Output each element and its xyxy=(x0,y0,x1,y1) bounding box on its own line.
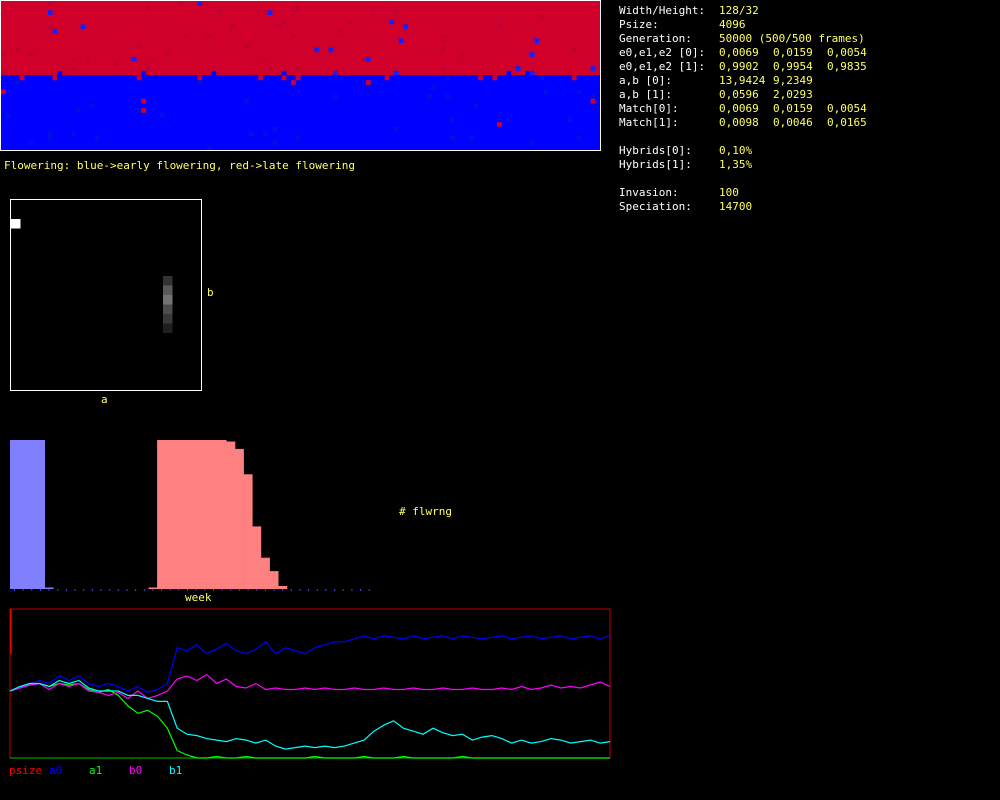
legend-a0: a0 xyxy=(49,764,63,777)
stat-label: Match[1]: xyxy=(619,116,679,129)
stat-value: 0,0054 xyxy=(827,46,867,59)
stat-label: Speciation: xyxy=(619,200,692,213)
stat-value: 0,0046 xyxy=(773,116,813,129)
timeseries-frame xyxy=(9,608,611,759)
stat-label: Width/Height: xyxy=(619,4,706,17)
stat-value: 0,0069 xyxy=(719,46,759,59)
stat-value: 0,9954 xyxy=(773,60,813,73)
stat-value: 0,0054 xyxy=(827,102,867,115)
stat-label: e0,e1,e2 [0]: xyxy=(619,46,706,59)
stat-value: 0,0069 xyxy=(719,102,759,115)
stat-value: 0,0165 xyxy=(827,116,867,129)
stat-value: 0,9835 xyxy=(827,60,867,73)
stat-value: 13,9424 xyxy=(719,74,766,87)
stat-label: Hybrids[1]: xyxy=(619,158,692,171)
stat-value: 0,0159 xyxy=(773,46,813,59)
stat-label: a,b [1]: xyxy=(619,88,672,101)
stat-value: 0,0159 xyxy=(773,102,813,115)
timeseries-chart xyxy=(9,608,611,759)
stat-value: 100 xyxy=(719,186,739,199)
stat-value: 0,0596 xyxy=(719,88,759,101)
stat-label: Invasion: xyxy=(619,186,679,199)
stat-value: 14700 xyxy=(719,200,753,213)
stat-label: a,b [0]: xyxy=(619,74,672,87)
stat-label: e0,e1,e2 [1]: xyxy=(619,60,706,73)
stat-value: 50000 (500/500 frames) xyxy=(719,32,865,45)
series-line-b1 xyxy=(9,679,611,750)
stat-label: Match[0]: xyxy=(619,102,679,115)
series-line-a0 xyxy=(9,635,611,694)
stat-value: 0,10% xyxy=(719,144,753,157)
stat-value: 0,9902 xyxy=(719,60,759,73)
stat-value: 9,2349 xyxy=(773,74,813,87)
stat-value: 2,0293 xyxy=(773,88,813,101)
stat-label: Psize: xyxy=(619,18,659,31)
stat-value: 1,35% xyxy=(719,158,753,171)
stat-value: 4096 xyxy=(719,18,746,31)
legend-a1: a1 xyxy=(89,764,103,777)
legend-b1: b1 xyxy=(169,764,183,777)
legend-b0: b0 xyxy=(129,764,143,777)
legend-psize: psize xyxy=(9,764,43,777)
stat-value: 0,0098 xyxy=(719,116,759,129)
stat-value: 128/32 xyxy=(719,4,759,17)
stat-label: Generation: xyxy=(619,32,692,45)
stat-label: Hybrids[0]: xyxy=(619,144,692,157)
